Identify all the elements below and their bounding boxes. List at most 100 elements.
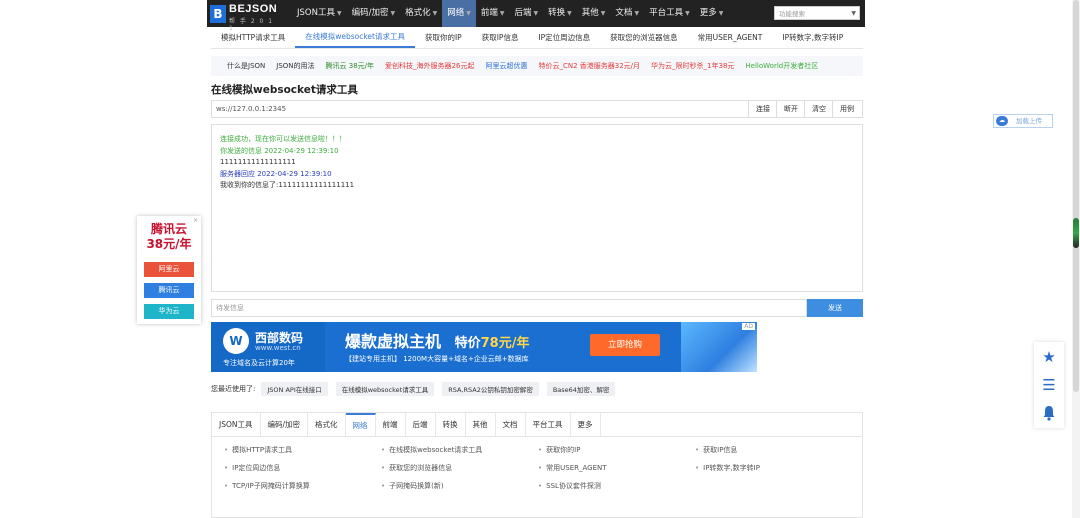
recent-tool-tag[interactable]: Base64加密、解密 [546,382,616,396]
tool-link[interactable]: 获取IP信息 [695,445,737,455]
scroll-indicator [1073,218,1079,248]
tool-link[interactable]: IP定位周边信息 [224,463,280,473]
aliyun-button[interactable]: 阿里云 [144,262,194,277]
message-input[interactable]: 待发信息 [211,299,807,317]
category-tab[interactable]: 其他 [466,413,496,436]
disconnect-button[interactable]: 断开 [776,101,805,117]
tool-link[interactable]: IP转数字,数字转IP [695,463,760,473]
ad-badge[interactable]: AD [742,323,755,330]
nav-item[interactable]: 转换 ▼ [543,0,577,27]
banner-brand-panel: W 西部数码 www.west.cn 专注域名及云计算20年 [211,322,325,372]
category-tab[interactable]: 更多 [571,413,601,436]
subnav-item[interactable]: 常用USER_AGENT [688,28,773,48]
tool-link[interactable]: 常用USER_AGENT [538,463,606,473]
ad-link[interactable]: 腾讯云 38元/年 [326,61,375,71]
nav-item-label: 前端 [480,8,498,18]
subnav-item[interactable]: IP转数字,数字转IP [772,28,853,48]
recent-tool-tag[interactable]: RSA,RSA2公钥私钥加密解密 [442,382,539,396]
nav-item[interactable]: 格式化 ▼ [400,0,442,27]
recent-tool-tag[interactable]: JSON API在线接口 [261,382,328,396]
nav-item[interactable]: 其他 ▼ [577,0,611,27]
tool-link[interactable]: 在线模拟websocket请求工具 [381,445,482,455]
subnav-item[interactable]: 在线模拟websocket请求工具 [295,28,415,48]
category-tab[interactable]: 格式化 [308,413,346,436]
scrollbar-thumb[interactable] [1073,0,1079,392]
log-line: 服务器回应 2022-04-29 12:39:10 [220,169,332,178]
nav-item[interactable]: 前端 ▼ [476,0,510,27]
ad-link[interactable]: HelloWorld开发者社区 [745,61,818,71]
nav-item[interactable]: 更多 ▼ [695,0,729,27]
site-logo[interactable]: B BEJSON 帮 手 2 0 1 1 [210,3,280,32]
nav-item[interactable]: 平台工具 ▼ [644,0,695,27]
menu-icon[interactable]: ☰ [1034,371,1064,399]
category-tab[interactable]: JSON工具 [212,413,261,436]
huawei-cloud-button[interactable]: 华为云 [144,304,194,319]
west-banner-ad[interactable]: W 西部数码 www.west.cn 专注域名及云计算20年 爆款虚拟主机 特价… [211,322,757,372]
ad-link[interactable]: 特价云_CN2 香港服务器32元/月 [538,61,640,71]
left-ad-title-line1: 腾讯云 [150,222,187,236]
west-logo-icon: W [223,328,249,354]
left-float-ad: × 腾讯云 38元/年 阿里云 腾讯云 华为云 [137,216,201,324]
subnav-item[interactable]: IP定位周边信息 [528,28,600,48]
ad-link[interactable]: 阿里云超优惠 [485,61,527,71]
chevron-down-icon: ▼ [634,10,640,17]
tool-link[interactable]: 获取您的浏览器信息 [381,463,452,473]
send-row: 待发信息 发送 [211,299,863,317]
chevron-down-icon: ▼ [390,10,396,17]
nav-item[interactable]: 文档 ▼ [610,0,644,27]
ad-link[interactable]: 爱创科技_海外服务器26元起 [385,61,474,71]
logo-text: BEJSON [229,3,278,15]
nav-item[interactable]: 编码/加密 ▼ [347,0,401,27]
tool-link[interactable]: 获取你的IP [538,445,580,455]
category-tab[interactable]: 编码/加密 [261,413,309,436]
subnav-item[interactable]: 获取您的浏览器信息 [600,28,688,48]
banner-url: www.west.cn [255,344,301,352]
nav-item[interactable]: JSON工具 ▼ [292,0,347,27]
search-select[interactable]: 功能搜索 ▼ [774,6,860,20]
category-tab[interactable]: 文档 [496,413,526,436]
category-tab[interactable]: 后端 [406,413,436,436]
tool-link[interactable]: 模拟HTTP请求工具 [224,445,292,455]
recently-used: 您最近使用了: JSON API在线接口 在线模拟websocket请求工具 RSA… [211,382,863,396]
bell-icon[interactable] [1034,399,1064,427]
star-icon[interactable]: ★ [1034,343,1064,371]
nav-item[interactable]: 网络 ▼ [442,0,476,27]
search-placeholder: 功能搜索 [779,10,805,18]
category-tab[interactable]: 转换 [436,413,466,436]
sub-nav: 模拟HTTP请求工具 在线模拟websocket请求工具 获取你的IP 获取IP信息 I… [211,28,863,49]
chevron-down-icon: ▼ [336,10,342,17]
buy-now-button[interactable]: 立即抢购 [590,334,660,356]
banner-slogan: 专注域名及云计算20年 [223,359,295,367]
message-log[interactable]: 连接成功，现在你可以发送信息啦！！！ 你发送的信息 2022-04-29 12:3… [211,124,863,292]
tool-link[interactable]: 子网掩码换算(新) [381,481,443,491]
upload-widget[interactable]: ☁ 加载上传 [993,114,1053,128]
category-tab[interactable]: 前端 [376,413,406,436]
tool-category-panel: JSON工具编码/加密格式化网络前端后端转换其他文档平台工具更多 模拟HTTP请… [211,412,863,518]
tencent-cloud-button[interactable]: 腾讯云 [144,283,194,298]
category-tabs: JSON工具 编码/加密 格式化 网络 前端 后端 转换 其他 文档 平台工具 更多 [212,413,862,437]
category-tab[interactable]: 网络 [345,413,376,436]
send-button[interactable]: 发送 [807,299,863,317]
subnav-item[interactable]: 获取你的IP [415,28,472,48]
tool-link[interactable]: TCP/IP子网掩码计算换算 [224,481,310,491]
subnav-item[interactable]: 获取IP信息 [472,28,529,48]
page-scrollbar[interactable] [1072,0,1080,518]
chevron-down-icon: ▼ [600,10,606,17]
category-tab[interactable]: 平台工具 [526,413,571,436]
nav-item-label: 更多 [699,8,717,18]
tool-link[interactable]: SSL协议套件探测 [538,481,601,491]
nav-item[interactable]: 后端 ▼ [510,0,544,27]
recent-tool-tag[interactable]: 在线模拟websocket请求工具 [335,382,435,396]
websocket-url-input[interactable]: ws://127.0.0.1:2345 [216,101,286,117]
clear-button[interactable]: 清空 [804,101,833,117]
nav-item-label: 后端 [514,8,532,18]
side-toolbar: ★ ☰ [1034,342,1064,428]
ad-link[interactable]: JSON的用法 [276,61,314,71]
connect-button[interactable]: 连接 [748,101,777,117]
ad-link[interactable]: 什么是JSON [227,61,265,71]
ad-link[interactable]: 华为云_限时秒杀_1年38元 [651,61,734,71]
subnav-item[interactable]: 模拟HTTP请求工具 [211,28,295,48]
websocket-url-row: ws://127.0.0.1:2345 连接 断开 清空 用例 [211,100,863,118]
left-ad-title-line2: 38元/年 [146,237,192,251]
example-button[interactable]: 用例 [832,101,861,117]
